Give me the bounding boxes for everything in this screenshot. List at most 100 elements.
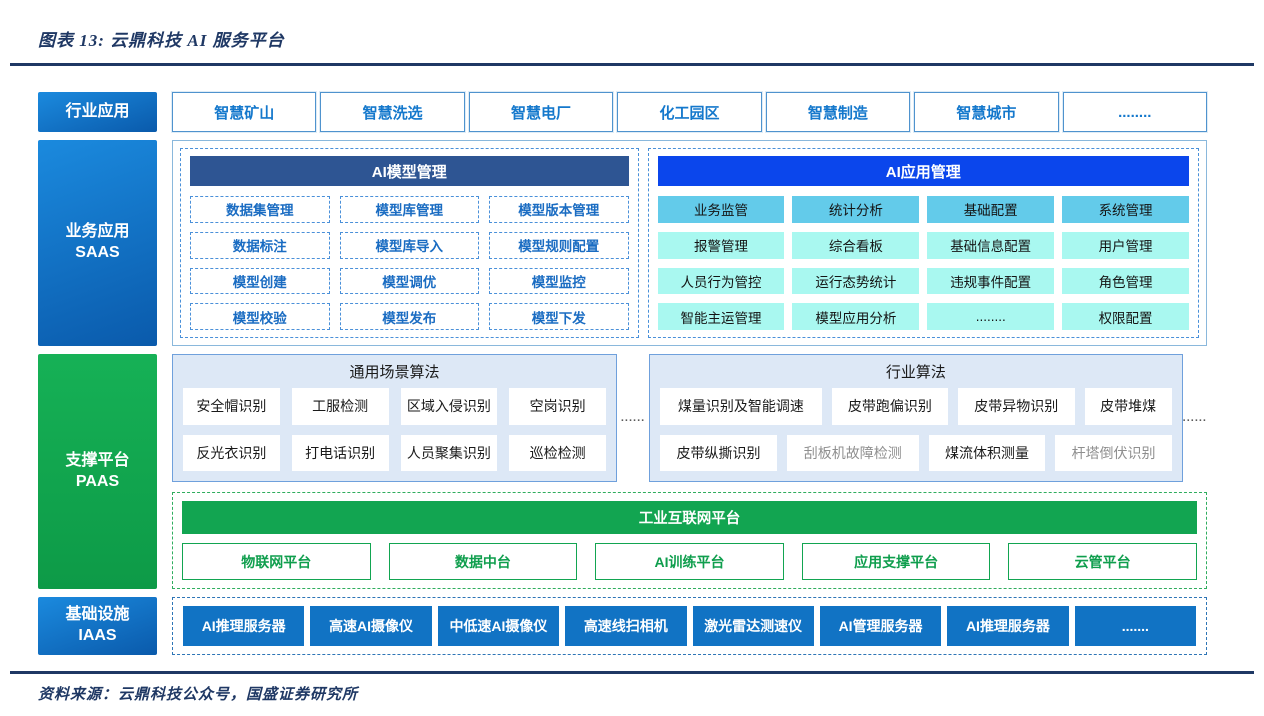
industry-alg-more-dots: ...... <box>1182 412 1207 424</box>
app-item-dashboard: 综合看板 <box>792 231 920 259</box>
app-item-user-mgmt: 用户管理 <box>1062 231 1189 259</box>
platform-cloud-mgmt: 云管平台 <box>1008 543 1197 580</box>
alg-helmet-recognition: 安全帽识别 <box>183 388 280 425</box>
saas-label-text: 业务应用 <box>65 223 130 241</box>
hw-ai-inference-server-2: AI推理服务器 <box>947 606 1069 646</box>
general-scene-algorithms-rows: 安全帽识别 工服检测 区域入侵识别 空岗识别 反光衣识别 打电话识别 人员聚集识… <box>183 388 607 471</box>
hw-mid-low-speed-ai-camera: 中低速AI摄像仪 <box>437 606 560 646</box>
industry-applications-row: 行业应用 智慧矿山 智慧洗选 智慧电厂 化工园区 智慧制造 智慧城市 .....… <box>38 92 1207 132</box>
alg-scraper-fault-detection: 刮板机故障检测 <box>786 434 919 471</box>
model-item-model-release: 模型发布 <box>339 303 480 330</box>
alg-coal-flow-volume-measurement: 煤流体积测量 <box>928 434 1046 471</box>
hw-ai-management-server: AI管理服务器 <box>819 606 942 646</box>
industry-app-more-dots: ........ <box>1062 92 1207 132</box>
saas-row: 业务应用 SAAS AI模型管理 数据集管理 模型库管理 模型版本管理 数据标注… <box>38 140 1207 346</box>
industry-alg-row-1: 煤量识别及智能调速 皮带跑偏识别 皮带异物识别 皮带堆煤 <box>660 388 1172 425</box>
app-item-personnel-behavior-control: 人员行为管控 <box>657 267 785 295</box>
iaas-row: 基础设施 IAAS AI推理服务器 高速AI摄像仪 中低速AI摄像仪 高速线扫相… <box>38 597 1207 655</box>
ai-model-management-section: AI模型管理 数据集管理 模型库管理 模型版本管理 数据标注 模型库导入 模型规… <box>180 148 639 338</box>
title-divider <box>10 63 1254 66</box>
alg-reflective-vest-recognition: 反光衣识别 <box>183 434 280 471</box>
alg-crowd-gathering-recognition: 人员聚集识别 <box>400 434 498 471</box>
model-item-model-deployment: 模型下发 <box>489 303 629 330</box>
app-item-model-application-analysis: 模型应用分析 <box>792 303 920 330</box>
ai-app-management-header: AI应用管理 <box>657 156 1189 186</box>
iaas-label: 基础设施 IAAS <box>38 597 157 655</box>
general-scene-algorithms-title: 通用场景算法 <box>349 364 440 381</box>
industrial-internet-platform-section: 工业互联网平台 物联网平台 数据中台 AI训练平台 应用支撑平台 云管平台 <box>172 492 1207 589</box>
ai-app-management-section: AI应用管理 业务监管 统计分析 基础配置 系统管理 报警管理 综合看板 基础信… <box>647 148 1199 338</box>
industry-applications-boxes: 智慧矿山 智慧洗选 智慧电厂 化工园区 智慧制造 智慧城市 ........ <box>172 92 1207 132</box>
hw-high-speed-ai-camera: 高速AI摄像仪 <box>310 606 432 646</box>
model-item-model-rule-config: 模型规则配置 <box>489 231 629 259</box>
saas-container: AI模型管理 数据集管理 模型库管理 模型版本管理 数据标注 模型库导入 模型规… <box>172 140 1207 346</box>
hw-more-dots: ....... <box>1074 606 1196 646</box>
model-item-dataset-mgmt: 数据集管理 <box>190 196 330 223</box>
platform-ai-training: AI训练平台 <box>595 543 784 580</box>
app-item-alarm-mgmt: 报警管理 <box>657 231 785 259</box>
ai-app-management-grid: 业务监管 统计分析 基础配置 系统管理 报警管理 综合看板 基础信息配置 用户管… <box>657 196 1189 330</box>
platform-app-support: 应用支撑平台 <box>801 543 991 580</box>
industry-app-smart-city: 智慧城市 <box>914 92 1059 132</box>
app-item-role-mgmt: 角色管理 <box>1062 267 1189 295</box>
platform-data-middle: 数据中台 <box>388 543 578 580</box>
industry-algorithms-title: 行业算法 <box>885 364 946 381</box>
model-item-data-labeling: 数据标注 <box>190 231 330 259</box>
alg-belt-foreign-object-recognition: 皮带异物识别 <box>958 388 1075 425</box>
industry-app-smart-washing: 智慧洗选 <box>320 92 465 132</box>
app-item-basic-info-config: 基础信息配置 <box>927 231 1055 259</box>
model-item-model-version-mgmt: 模型版本管理 <box>489 196 629 223</box>
model-item-model-library-mgmt: 模型库管理 <box>339 196 480 223</box>
alg-belt-tear-recognition: 皮带纵撕识别 <box>660 434 777 471</box>
general-alg-row-2: 反光衣识别 打电话识别 人员聚集识别 巡检检测 <box>183 434 607 471</box>
model-item-model-tuning: 模型调优 <box>339 267 480 295</box>
industrial-internet-platform-boxes: 物联网平台 数据中台 AI训练平台 应用支撑平台 云管平台 <box>182 543 1197 580</box>
industry-alg-row-2: 皮带纵撕识别 刮板机故障检测 煤流体积测量 杆塔倒伏识别 <box>660 434 1172 471</box>
model-item-model-monitoring: 模型监控 <box>489 267 629 295</box>
platform-architecture-diagram: 行业应用 智慧矿山 智慧洗选 智慧电厂 化工园区 智慧制造 智慧城市 .....… <box>38 92 1207 655</box>
app-item-business-supervision: 业务监管 <box>657 196 785 223</box>
model-item-model-creation: 模型创建 <box>190 267 330 295</box>
alg-area-intrusion-recognition: 区域入侵识别 <box>400 388 498 425</box>
alg-belt-deviation-recognition: 皮带跑偏识别 <box>831 388 949 425</box>
general-alg-more-dots: ...... <box>620 412 646 424</box>
industry-algorithms-rows: 煤量识别及智能调速 皮带跑偏识别 皮带异物识别 皮带堆煤 皮带纵撕识别 刮板机故… <box>660 388 1172 471</box>
saas-label-subtext: SAAS <box>75 244 120 261</box>
industry-app-smart-power-plant: 智慧电厂 <box>468 92 614 132</box>
alg-tower-collapse-recognition: 杆塔倒伏识别 <box>1055 434 1172 471</box>
paas-label-subtext: PAAS <box>75 472 120 490</box>
app-item-violation-event-config: 违规事件配置 <box>927 267 1055 295</box>
alg-inspection-detection: 巡检检测 <box>509 434 607 471</box>
industrial-internet-platform-header: 工业互联网平台 <box>182 501 1197 534</box>
hw-lidar-speed-meter: 激光雷达测速仪 <box>692 606 814 646</box>
industry-algorithms-section: 行业算法 煤量识别及智能调速 皮带跑偏识别 皮带异物识别 皮带堆煤 皮带纵撕识别… <box>649 354 1183 482</box>
paas-label: 支撑平台 PAAS <box>38 354 157 589</box>
app-item-statistical-analysis: 统计分析 <box>792 196 920 223</box>
industry-app-chemical-park: 化工园区 <box>617 92 762 132</box>
paas-container: 通用场景算法 安全帽识别 工服检测 区域入侵识别 空岗识别 反光衣识别 打电话识… <box>172 354 1207 589</box>
app-item-smart-transport-mgmt: 智能主运管理 <box>657 303 785 330</box>
industry-applications-label: 行业应用 <box>38 92 157 132</box>
alg-phone-call-recognition: 打电话识别 <box>291 434 389 471</box>
hw-high-speed-line-scan-camera: 高速线扫相机 <box>565 606 687 646</box>
industry-app-smart-manufacturing: 智慧制造 <box>765 92 911 132</box>
source-note: 资料来源：云鼎科技公众号，国盛证券研究所 <box>38 687 359 703</box>
general-alg-row-1: 安全帽识别 工服检测 区域入侵识别 空岗识别 <box>183 388 607 425</box>
alg-uniform-detection: 工服检测 <box>291 388 389 425</box>
model-item-model-validation: 模型校验 <box>190 303 330 330</box>
iaas-label-subtext: IAAS <box>78 627 117 644</box>
model-item-model-library-import: 模型库导入 <box>339 231 480 259</box>
paas-label-text: 支撑平台 <box>65 451 130 469</box>
platform-iot: 物联网平台 <box>182 543 371 580</box>
paas-row: 支撑平台 PAAS 通用场景算法 安全帽识别 工服检测 区域入侵识别 空岗识别 <box>38 354 1207 589</box>
alg-vacant-post-recognition: 空岗识别 <box>509 388 607 425</box>
ai-model-management-grid: 数据集管理 模型库管理 模型版本管理 数据标注 模型库导入 模型规则配置 模型创… <box>190 196 629 330</box>
source-divider <box>10 671 1254 674</box>
iaas-label-text: 基础设施 <box>65 606 130 624</box>
report-figure-page: 图表 13: 云鼎科技 AI 服务平台 行业应用 智慧矿山 智慧洗选 智慧电厂 … <box>0 0 1264 716</box>
general-scene-algorithms-section: 通用场景算法 安全帽识别 工服检测 区域入侵识别 空岗识别 反光衣识别 打电话识… <box>172 354 618 482</box>
hw-ai-inference-server-1: AI推理服务器 <box>183 606 305 646</box>
industry-app-smart-mine: 智慧矿山 <box>172 92 317 132</box>
iaas-container: AI推理服务器 高速AI摄像仪 中低速AI摄像仪 高速线扫相机 激光雷达测速仪 … <box>172 597 1207 655</box>
app-item-permission-config: 权限配置 <box>1062 303 1189 330</box>
